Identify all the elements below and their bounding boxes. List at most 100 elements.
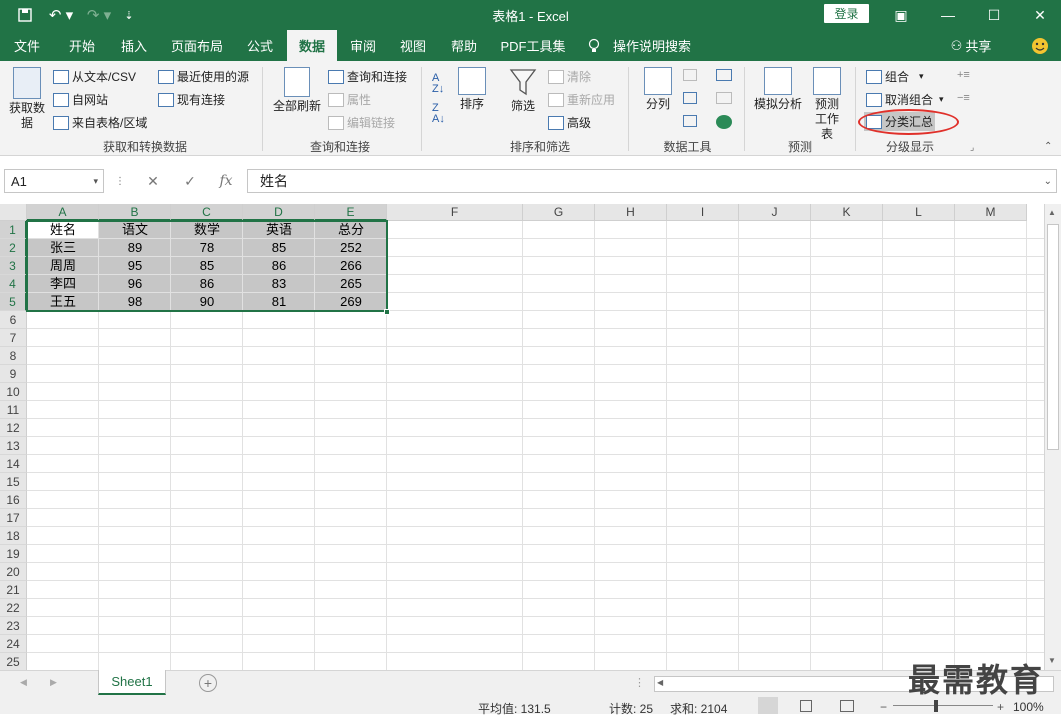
scroll-left-icon[interactable]: ◀ [657,678,663,687]
spreadsheet-grid[interactable]: A B C D E F G H I J K L M 1 2 3 4 5 6 7 … [0,204,1044,670]
page-layout-view-icon[interactable] [800,700,812,712]
row-header-1[interactable]: 1 [0,221,27,239]
zoom-level[interactable]: 100% [1013,700,1044,714]
row-header-12[interactable]: 12 [0,419,27,437]
row-header-16[interactable]: 16 [0,491,27,509]
close-icon[interactable]: ✕ [1017,0,1061,30]
data-model-icon[interactable] [716,115,732,129]
from-web-button[interactable]: 自网站 [53,91,108,108]
forecast-sheet-button[interactable]: 预测工作表 [805,67,849,142]
remove-duplicates-icon[interactable] [683,92,697,104]
data-validation-icon[interactable] [683,115,697,127]
queries-connections-button[interactable]: 查询和连接 [328,68,407,85]
tab-data[interactable]: 数据 [287,30,337,61]
tab-home[interactable]: 开始 [58,30,106,61]
row-header-15[interactable]: 15 [0,473,27,491]
row-header-7[interactable]: 7 [0,329,27,347]
sort-button[interactable]: 排序 [454,67,490,112]
row-header-19[interactable]: 19 [0,545,27,563]
row-header-18[interactable]: 18 [0,527,27,545]
maximize-icon[interactable]: ☐ [971,0,1017,30]
insert-function-icon[interactable]: fx [216,171,236,191]
scroll-thumb[interactable] [1047,224,1059,450]
existing-connections-button[interactable]: 现有连接 [158,91,225,108]
ribbon-display-icon[interactable]: ▣ [878,0,924,30]
row-header-25[interactable]: 25 [0,653,27,670]
tab-formulas[interactable]: 公式 [238,30,282,61]
row-header-14[interactable]: 14 [0,455,27,473]
group-button[interactable]: 组合 ▾ [866,68,924,85]
row-header-9[interactable]: 9 [0,365,27,383]
column-header-g[interactable]: G [523,204,595,221]
expand-formula-icon[interactable]: ⌄ [1044,176,1052,187]
row-header-2[interactable]: 2 [0,239,27,257]
column-header-i[interactable]: I [667,204,739,221]
ungroup-button[interactable]: 取消组合 ▾ [866,91,944,108]
column-header-h[interactable]: H [595,204,667,221]
tab-help[interactable]: 帮助 [443,30,485,61]
get-data-button[interactable]: 获取数据 [6,67,48,131]
row-header-5[interactable]: 5 [0,293,27,311]
share-button[interactable]: ⚇ 共享 [944,30,998,61]
filter-button[interactable]: 筛选 [504,67,542,114]
from-table-button[interactable]: 来自表格/区域 [53,114,147,131]
column-header-l[interactable]: L [883,204,955,221]
row-header-4[interactable]: 4 [0,275,27,293]
fill-handle[interactable] [384,309,390,315]
dialog-launcher-icon[interactable]: ⌟ [970,142,974,153]
zoom-in-icon[interactable]: + [997,700,1004,714]
next-sheet-icon[interactable]: ▶ [50,677,57,688]
row-header-3[interactable]: 3 [0,257,27,275]
tab-pdf-tools[interactable]: PDF工具集 [496,30,570,61]
consolidate-icon[interactable] [716,69,732,81]
row-header-24[interactable]: 24 [0,635,27,653]
row-header-10[interactable]: 10 [0,383,27,401]
vertical-scrollbar[interactable]: ▲ ▼ [1044,204,1061,670]
recent-sources-button[interactable]: 最近使用的源 [158,68,249,85]
row-header-17[interactable]: 17 [0,509,27,527]
name-box[interactable]: A1 ▾ [4,169,104,193]
row-header-22[interactable]: 22 [0,599,27,617]
column-header-a[interactable]: A [27,204,99,221]
sort-za-icon[interactable]: Z A↓ [432,103,445,125]
row-header-13[interactable]: 13 [0,437,27,455]
scroll-up-icon[interactable]: ▲ [1048,208,1056,217]
scroll-down-icon[interactable]: ▼ [1048,656,1056,665]
login-button[interactable]: 登录 [824,4,869,23]
row-header-21[interactable]: 21 [0,581,27,599]
what-if-button[interactable]: 模拟分析 [751,67,805,112]
tab-view[interactable]: 视图 [392,30,434,61]
row-header-20[interactable]: 20 [0,563,27,581]
tab-file[interactable]: 文件 [4,30,50,61]
sort-az-icon[interactable]: A Z↓ [432,73,444,95]
column-header-m[interactable]: M [955,204,1027,221]
zoom-slider[interactable] [893,705,993,706]
zoom-out-icon[interactable]: − [880,700,887,714]
column-header-j[interactable]: J [739,204,811,221]
refresh-all-button[interactable]: 全部刷新 [270,67,324,114]
row-header-6[interactable]: 6 [0,311,27,329]
normal-view-icon[interactable] [758,697,778,714]
add-sheet-icon[interactable]: + [199,674,217,692]
row-header-23[interactable]: 23 [0,617,27,635]
row-header-8[interactable]: 8 [0,347,27,365]
splitter-icon[interactable]: ⋮ [634,676,645,689]
zoom-thumb[interactable] [934,700,938,712]
from-text-csv-button[interactable]: 从文本/CSV [53,68,136,85]
smiley-icon[interactable] [1028,30,1052,61]
row-header-11[interactable]: 11 [0,401,27,419]
column-header-d[interactable]: D [243,204,315,221]
column-header-e[interactable]: E [315,204,387,221]
column-header-c[interactable]: C [171,204,243,221]
tab-review[interactable]: 审阅 [342,30,384,61]
tab-page-layout[interactable]: 页面布局 [166,30,228,61]
tell-me-search[interactable]: 操作说明搜索 [610,30,694,61]
select-all-corner[interactable] [0,204,27,221]
collapse-ribbon-icon[interactable]: ⌃ [1044,141,1052,152]
tab-insert[interactable]: 插入 [112,30,156,61]
page-break-view-icon[interactable] [840,700,854,712]
text-to-columns-button[interactable]: 分列 [640,67,676,112]
formula-input[interactable]: 姓名 ⌄ [247,169,1057,193]
minimize-icon[interactable]: — [925,0,971,30]
sheet-tab-sheet1[interactable]: Sheet1 [98,670,166,695]
